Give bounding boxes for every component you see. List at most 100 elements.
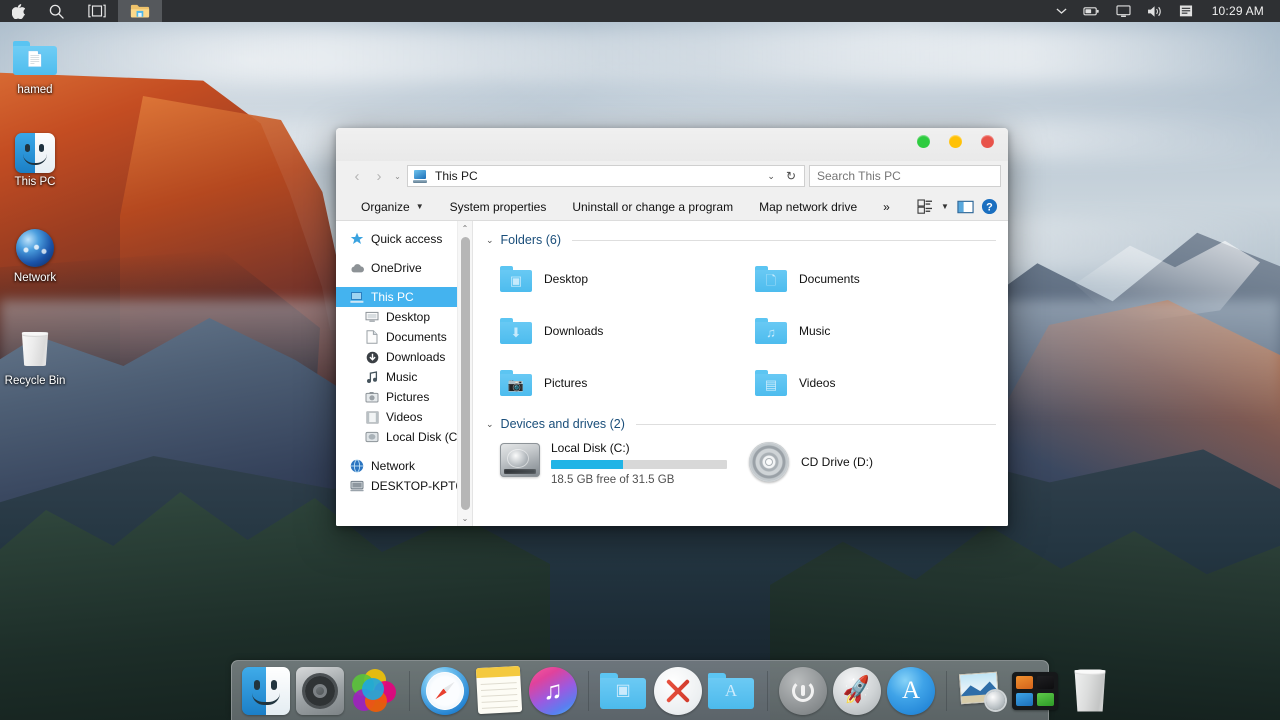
dock-item-trash[interactable] — [1066, 667, 1114, 715]
chevron-down-icon[interactable]: ⌄ — [486, 235, 494, 246]
dock-item-itunes[interactable]: ♫ — [529, 667, 577, 715]
sidebar-item-label: Music — [386, 370, 417, 384]
app-store-glyph: A — [902, 678, 920, 703]
dock-item-documents-folder[interactable]: ▣ — [600, 667, 648, 715]
address-dropdown-icon[interactable]: ⌄ — [760, 171, 782, 182]
folder-label: Pictures — [544, 376, 587, 390]
dock-item-app-store[interactable]: A — [887, 667, 935, 715]
chevron-down-icon[interactable] — [1049, 0, 1074, 22]
folders-group-header[interactable]: ⌄ Folders (6) — [486, 233, 996, 247]
folder-documents-icon: 🗋 — [755, 266, 787, 292]
window-controls — [917, 135, 994, 148]
dock-item-photos[interactable] — [350, 667, 398, 715]
map-network-drive-button[interactable]: Map network drive — [746, 196, 870, 218]
sidebar-item-music[interactable]: Music — [336, 367, 472, 387]
sidebar-item-local-disk[interactable]: Local Disk (C:) — [336, 427, 472, 447]
chevron-down-icon[interactable]: ⌄ — [486, 419, 494, 430]
folder-videos-icon: ▤ — [755, 370, 787, 396]
dock-item-mission-control[interactable] — [1012, 667, 1060, 715]
file-explorer-task-icon[interactable] — [118, 0, 162, 22]
mission-control-icon[interactable] — [76, 0, 118, 22]
folder-item-downloads[interactable]: ⬇ Downloads — [486, 305, 741, 357]
sidebar-item-desktop-kpt6f[interactable]: DESKTOP-KPT6F — [336, 476, 472, 496]
chevron-down-icon: ▼ — [416, 202, 424, 211]
sidebar-item-downloads[interactable]: Downloads — [336, 347, 472, 367]
dock-item-notes[interactable] — [475, 667, 523, 715]
drive-item-local-disk[interactable]: Local Disk (C:) 18.5 GB free of 31.5 GB — [486, 437, 741, 486]
sidebar-item-documents[interactable]: Documents — [336, 327, 472, 347]
sidebar-item-label: Downloads — [386, 350, 445, 364]
uninstall-or-change-program-button[interactable]: Uninstall or change a program — [559, 196, 746, 218]
view-layout-icon[interactable] — [914, 196, 936, 218]
volume-icon[interactable] — [1140, 0, 1170, 22]
folder-item-desktop[interactable]: ▣ Desktop — [486, 253, 741, 305]
battery-icon[interactable] — [1076, 0, 1107, 22]
sidebar-item-network[interactable]: Network — [336, 456, 472, 476]
dock-separator — [946, 671, 947, 711]
organize-button[interactable]: Organize ▼ — [348, 196, 437, 218]
window-title-bar[interactable] — [336, 128, 1008, 161]
spotlight-search-icon[interactable] — [37, 0, 76, 22]
group-rule — [636, 424, 996, 425]
sidebar-item-quick-access[interactable]: Quick access — [336, 229, 472, 249]
scroll-up-arrow[interactable]: ⌃ — [458, 221, 473, 236]
scroll-down-arrow[interactable]: ⌄ — [458, 511, 473, 526]
preview-photo-icon — [958, 671, 1006, 711]
folder-label: Downloads — [544, 324, 603, 338]
sidebar-item-pictures[interactable]: Pictures — [336, 387, 472, 407]
sidebar-item-label: Pictures — [386, 390, 429, 404]
drives-group-header[interactable]: ⌄ Devices and drives (2) — [486, 417, 996, 431]
drives-group-title: Devices and drives (2) — [501, 417, 625, 431]
sidebar-scrollbar[interactable]: ⌃ ⌄ — [457, 221, 472, 526]
folder-label: Documents — [799, 272, 860, 286]
forward-button[interactable]: › — [368, 165, 390, 187]
help-icon[interactable]: ? — [978, 196, 1000, 218]
dock-item-finder[interactable] — [242, 667, 290, 715]
disk-usage-text: 18.5 GB free of 31.5 GB — [551, 474, 727, 486]
system-properties-button[interactable]: System properties — [437, 196, 560, 218]
recent-locations-icon[interactable]: ⌄ — [390, 165, 405, 187]
view-dropdown-caret[interactable]: ▼ — [938, 196, 952, 218]
apple-menu-icon[interactable] — [0, 0, 37, 22]
command-toolbar: Organize ▼ System properties Uninstall o… — [336, 193, 1008, 221]
preview-pane-icon[interactable] — [954, 196, 976, 218]
folder-item-videos[interactable]: ▤ Videos — [741, 357, 996, 409]
scrollbar-track[interactable] — [458, 236, 473, 511]
back-button[interactable]: ‹ — [346, 165, 368, 187]
desktop-icon-hamed[interactable]: 📄 hamed — [0, 38, 70, 97]
folder-item-music[interactable]: ♫ Music — [741, 305, 996, 357]
rocket-glyph: 🚀 — [840, 676, 874, 705]
folder-item-documents[interactable]: 🗋 Documents — [741, 253, 996, 305]
drive-item-cd-drive[interactable]: CD Drive (D:) — [741, 437, 996, 486]
address-bar[interactable]: This PC ⌄ ↻ — [407, 165, 805, 187]
minimize-button[interactable] — [917, 135, 930, 148]
folders-grid: ▣ Desktop 🗋 Documents ⬇ Downloads — [486, 253, 996, 409]
sidebar-item-desktop[interactable]: Desktop — [336, 307, 472, 327]
refresh-icon[interactable]: ↻ — [782, 169, 800, 183]
dock-item-launchpad[interactable]: 🚀 — [833, 667, 881, 715]
desktop-icon-recycle-bin[interactable]: Recycle Bin — [0, 330, 70, 388]
desktop-icon-this-pc[interactable]: This PC — [0, 133, 70, 189]
folder-icon: ▣ — [600, 673, 646, 709]
more-commands-button[interactable]: » — [870, 196, 903, 218]
trash-icon — [1072, 670, 1108, 712]
dock-item-safari[interactable] — [421, 667, 469, 715]
display-icon[interactable] — [1109, 0, 1138, 22]
folder-item-pictures[interactable]: 📷 Pictures — [486, 357, 741, 409]
menu-bar-clock[interactable]: 10:29 AM — [1202, 4, 1270, 18]
close-button[interactable] — [981, 135, 994, 148]
sidebar-item-this-pc[interactable]: This PC — [336, 287, 472, 307]
dock-item-preview[interactable] — [958, 667, 1006, 715]
sidebar-item-videos[interactable]: Videos — [336, 407, 472, 427]
notification-center-icon[interactable] — [1172, 0, 1200, 22]
maximize-button[interactable] — [949, 135, 962, 148]
sidebar-item-onedrive[interactable]: OneDrive — [336, 258, 472, 278]
dock-item-system-preferences[interactable] — [296, 667, 344, 715]
organize-label: Organize — [361, 200, 410, 214]
desktop-icon-network[interactable]: Network — [0, 228, 70, 285]
scrollbar-thumb[interactable] — [461, 237, 470, 510]
dock-item-os-x-installer[interactable] — [654, 667, 702, 715]
dock-item-shutdown[interactable] — [779, 667, 827, 715]
search-input[interactable]: Search This PC — [809, 165, 1001, 187]
dock-item-applications-folder[interactable]: A — [708, 667, 756, 715]
